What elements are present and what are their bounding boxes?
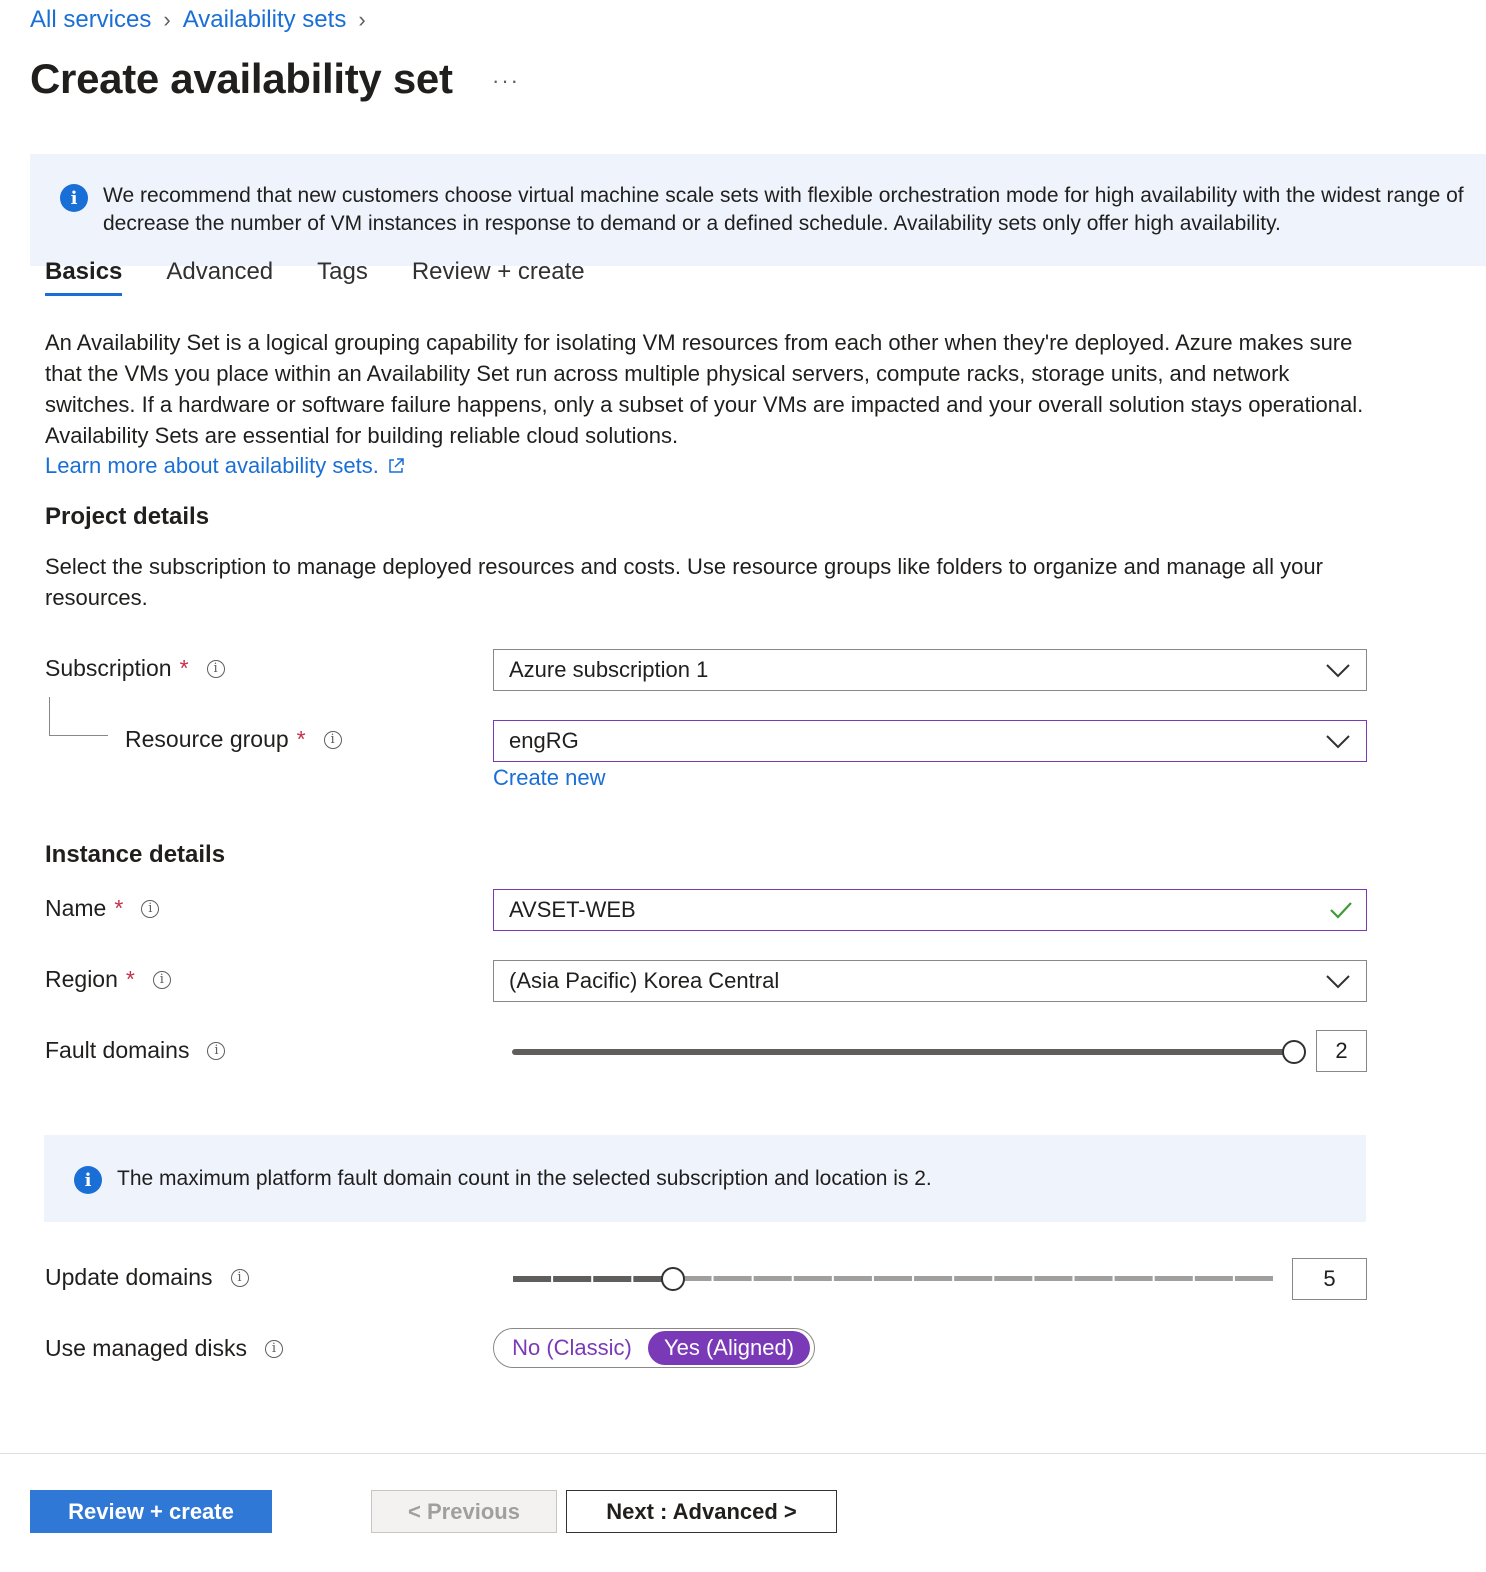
region-label: Region * i: [45, 966, 171, 993]
breadcrumb: All services › Availability sets ›: [30, 6, 366, 34]
name-input[interactable]: AVSET-WEB: [493, 889, 1367, 931]
option-yes-aligned[interactable]: Yes (Aligned): [648, 1331, 810, 1365]
learn-more-link[interactable]: Learn more about availability sets.: [45, 453, 405, 479]
subscription-label: Subscription * i: [45, 655, 225, 682]
managed-disks-label: Use managed disks i: [45, 1335, 283, 1362]
slider-step: [833, 1276, 872, 1281]
fault-domains-label: Fault domains i: [45, 1037, 226, 1064]
slider-step: [753, 1276, 792, 1281]
external-link-icon: [389, 458, 404, 473]
slider-step: [1194, 1276, 1233, 1281]
tab-tags[interactable]: Tags: [317, 258, 368, 296]
slider-step: [1234, 1276, 1273, 1281]
update-domains-slider[interactable]: [512, 1265, 1274, 1293]
fault-domain-info-text: The maximum platform fault domain count …: [117, 1167, 932, 1190]
update-domains-value[interactable]: 5: [1292, 1258, 1367, 1300]
region-dropdown[interactable]: (Asia Pacific) Korea Central: [493, 960, 1367, 1002]
required-marker: *: [114, 895, 124, 921]
name-label: Name * i: [45, 895, 160, 922]
info-icon[interactable]: i: [207, 1041, 226, 1060]
slider-track: [512, 1049, 1294, 1055]
slider-step: [1114, 1276, 1153, 1281]
subscription-dropdown[interactable]: Azure subscription 1: [493, 649, 1367, 691]
slider-step: [954, 1276, 993, 1281]
chevron-down-icon: [1326, 735, 1350, 749]
tree-connector: [49, 697, 108, 736]
create-new-link[interactable]: Create new: [493, 765, 606, 791]
check-icon: [1330, 902, 1352, 919]
chevron-right-icon: ›: [163, 7, 171, 32]
tab-advanced[interactable]: Advanced: [166, 258, 273, 296]
info-icon: i: [60, 184, 88, 212]
slider-step: [713, 1276, 752, 1281]
info-icon: i: [74, 1166, 102, 1194]
slider-step: [513, 1276, 552, 1282]
slider-step: [553, 1276, 592, 1282]
tab-basics[interactable]: Basics: [45, 258, 123, 296]
fault-domains-value[interactable]: 2: [1316, 1030, 1367, 1072]
tab-bar: Basics Advanced Tags Review + create: [45, 258, 629, 296]
info-icon[interactable]: i: [323, 730, 342, 749]
slider-step: [793, 1276, 832, 1281]
required-marker: *: [125, 966, 135, 992]
chevron-down-icon: [1326, 975, 1350, 989]
required-marker: *: [179, 655, 189, 681]
info-icon[interactable]: i: [206, 659, 225, 678]
footer-divider: [0, 1453, 1486, 1454]
info-icon[interactable]: i: [265, 1339, 283, 1358]
project-details-description: Select the subscription to manage deploy…: [45, 554, 1323, 610]
slider-track: [513, 1276, 1273, 1282]
breadcrumb-availability-sets[interactable]: Availability sets: [183, 6, 347, 34]
slider-thumb[interactable]: [661, 1267, 686, 1291]
resource-group-dropdown[interactable]: engRG: [493, 720, 1367, 762]
chevron-right-icon: ›: [358, 7, 366, 32]
slider-step: [994, 1276, 1033, 1281]
update-domains-label: Update domains i: [45, 1264, 249, 1291]
resource-group-label: Resource group * i: [125, 726, 342, 753]
slider-thumb[interactable]: [1282, 1040, 1306, 1064]
chevron-down-icon: [1326, 664, 1350, 678]
more-options-icon[interactable]: ···: [492, 68, 520, 94]
info-icon[interactable]: i: [152, 970, 171, 989]
slider-step: [1034, 1276, 1073, 1281]
availability-set-description: An Availability Set is a logical groupin…: [45, 330, 1364, 448]
next-advanced-button[interactable]: Next : Advanced >: [566, 1490, 837, 1533]
managed-disks-toggle[interactable]: No (Classic) Yes (Aligned): [493, 1328, 815, 1368]
tab-review-create[interactable]: Review + create: [412, 258, 585, 296]
info-icon[interactable]: i: [141, 899, 160, 918]
page-title: Create availability set: [30, 55, 453, 102]
info-icon[interactable]: i: [230, 1268, 249, 1287]
project-details-heading: Project details: [45, 503, 210, 530]
fault-domain-info-banner: i The maximum platform fault domain coun…: [44, 1135, 1366, 1222]
fault-domains-slider[interactable]: [512, 1038, 1308, 1066]
slider-step: [1154, 1276, 1193, 1281]
required-marker: *: [296, 726, 306, 752]
learn-more-text[interactable]: Learn more about availability sets.: [45, 453, 379, 479]
recommendation-banner: i We recommend that new customers choose…: [30, 154, 1486, 266]
slider-step: [1074, 1276, 1113, 1281]
breadcrumb-all-services[interactable]: All services: [30, 6, 151, 34]
banner-text: We recommend that new customers choose v…: [103, 184, 1464, 235]
slider-step: [593, 1276, 632, 1282]
slider-step: [873, 1276, 913, 1281]
slider-step: [914, 1276, 953, 1281]
previous-button[interactable]: < Previous: [371, 1490, 557, 1533]
option-no-classic[interactable]: No (Classic): [496, 1331, 648, 1365]
review-create-button[interactable]: Review + create: [30, 1490, 272, 1533]
instance-details-heading: Instance details: [45, 841, 226, 868]
